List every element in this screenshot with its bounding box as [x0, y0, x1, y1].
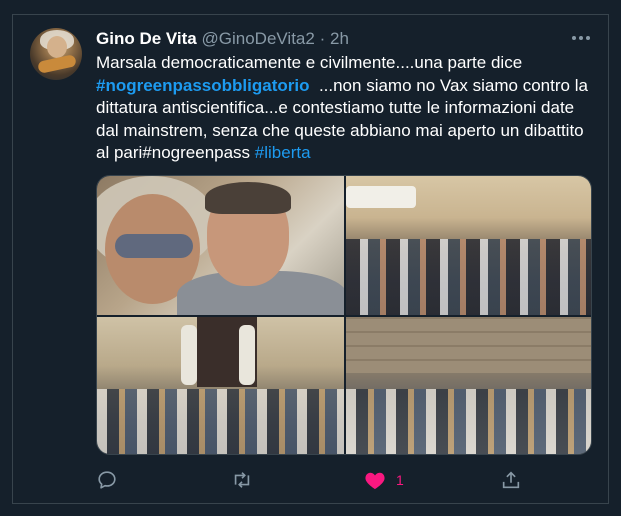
- heart-filled-icon: [365, 472, 385, 490]
- hashtag-nogreenpassobbligatorio[interactable]: #nogreenpassobbligatorio: [96, 76, 309, 95]
- reply-button[interactable]: [96, 468, 118, 492]
- media-grid: [96, 175, 592, 455]
- photo-figure: [205, 182, 291, 214]
- author-handle[interactable]: @GinoDeVita2: [202, 29, 315, 48]
- photo-church-entrance[interactable]: [97, 317, 344, 454]
- share-icon: [502, 471, 520, 489]
- share-button[interactable]: [500, 468, 522, 492]
- tweet-text: Marsala democraticamente e civilmente...…: [96, 52, 596, 165]
- photo-crowd: [346, 389, 591, 454]
- tweet-header: Gino De Vita @GinoDeVita2 · 2h: [96, 29, 349, 49]
- photo-flowers: [181, 325, 197, 385]
- tweet-actions: 1: [96, 468, 596, 492]
- avatar[interactable]: [30, 28, 82, 80]
- separator-dot: ·: [319, 29, 326, 48]
- photo-awning: [346, 186, 416, 208]
- avatar-face: [47, 36, 67, 58]
- photo-flowers: [239, 325, 255, 385]
- more-options-icon[interactable]: [568, 28, 594, 48]
- photo-selfie[interactable]: [97, 176, 344, 315]
- author-name[interactable]: Gino De Vita: [96, 29, 197, 48]
- photo-wall: [346, 317, 591, 373]
- tweet-time[interactable]: 2h: [330, 29, 349, 48]
- avatar-guitar: [37, 54, 77, 74]
- photo-crowd: [97, 389, 344, 454]
- hashtag-liberta[interactable]: #liberta: [255, 143, 311, 162]
- photo-crowd: [346, 238, 591, 315]
- retweet-button[interactable]: [230, 468, 254, 492]
- tweet-text-part1: Marsala democraticamente e civilmente...…: [96, 53, 523, 72]
- photo-figure: [115, 234, 193, 258]
- photo-crowd-wall[interactable]: [346, 317, 591, 454]
- retweet-icon: [234, 472, 250, 488]
- like-count: 1: [396, 472, 404, 488]
- like-button[interactable]: 1: [364, 468, 404, 492]
- reply-icon: [98, 471, 116, 489]
- photo-crowd-square[interactable]: [346, 176, 591, 315]
